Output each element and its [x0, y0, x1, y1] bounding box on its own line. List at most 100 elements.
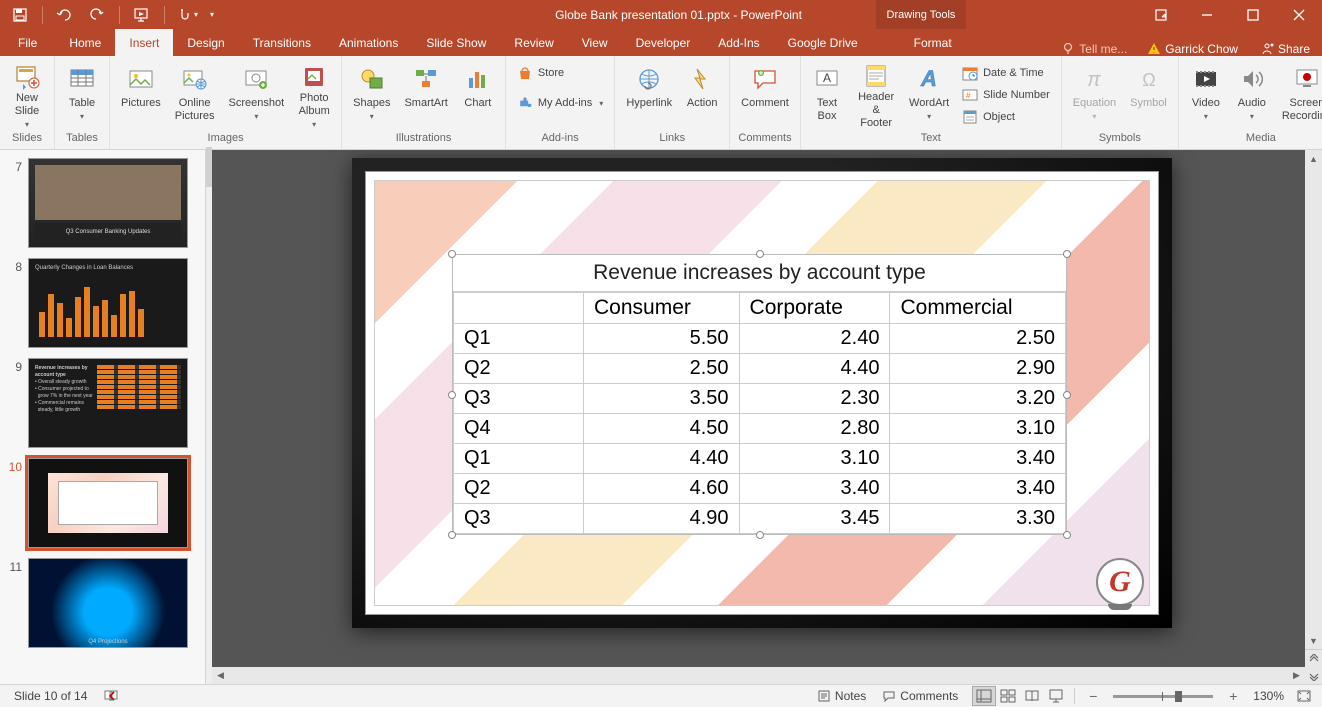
table-row[interactable]: Q24.603.403.40: [454, 474, 1066, 504]
maximize-button[interactable]: [1230, 0, 1276, 29]
thumbnail-preview[interactable]: Revenue increases by account type• Overa…: [28, 358, 188, 448]
tab-design[interactable]: Design: [173, 29, 238, 56]
table-cell[interactable]: 4.60: [584, 474, 740, 504]
account-button[interactable]: Garrick Chow: [1137, 42, 1248, 56]
table-row[interactable]: Q44.502.803.10: [454, 414, 1066, 444]
save-button[interactable]: [6, 3, 34, 27]
resize-handle[interactable]: [756, 250, 764, 258]
resize-handle[interactable]: [1063, 250, 1071, 258]
action-button[interactable]: Action: [681, 60, 723, 132]
table-cell[interactable]: 4.40: [739, 354, 890, 384]
table-row[interactable]: Q34.903.453.30: [454, 504, 1066, 534]
comments-button[interactable]: Comments: [874, 685, 966, 707]
shapes-button[interactable]: Shapes ▾: [348, 60, 395, 132]
tab-google-drive[interactable]: Google Drive: [774, 29, 872, 56]
slide-thumbnails-pane[interactable]: 7 Q3 Consumer Banking Updates 8 Quarterl…: [0, 150, 206, 684]
thumbnail-preview[interactable]: Q4 Projections: [28, 558, 188, 648]
slide-editor[interactable]: G Revenue increases by account type: [212, 150, 1322, 684]
ribbon-display-options-button[interactable]: [1138, 0, 1184, 29]
redo-button[interactable]: [83, 3, 111, 27]
tab-animations[interactable]: Animations: [325, 29, 412, 56]
tab-add-ins[interactable]: Add-Ins: [704, 29, 773, 56]
thumbnail-preview[interactable]: Q3 Consumer Banking Updates: [28, 158, 188, 248]
table-row[interactable]: Q22.504.402.90: [454, 354, 1066, 384]
table-cell[interactable]: 2.50: [584, 354, 740, 384]
row-label[interactable]: Q1: [454, 444, 584, 474]
resize-handle[interactable]: [1063, 531, 1071, 539]
touch-mouse-mode-button[interactable]: ▾: [173, 3, 201, 27]
photo-album-button[interactable]: Photo Album ▾: [293, 60, 335, 132]
chart-button[interactable]: Chart: [457, 60, 499, 132]
reading-view-button[interactable]: [1020, 686, 1044, 706]
table-cell[interactable]: 4.40: [584, 444, 740, 474]
zoom-out-button[interactable]: −: [1081, 686, 1105, 706]
table-cell[interactable]: 3.40: [890, 474, 1066, 504]
slide-counter[interactable]: Slide 10 of 14: [6, 685, 95, 707]
smartart-button[interactable]: SmartArt: [399, 60, 452, 132]
table-row[interactable]: Q14.403.103.40: [454, 444, 1066, 474]
tab-review[interactable]: Review: [500, 29, 567, 56]
spell-check-status[interactable]: [95, 685, 127, 707]
share-button[interactable]: Share: [1248, 42, 1322, 56]
table-cell[interactable]: 2.50: [890, 324, 1066, 354]
tab-format[interactable]: Format: [900, 29, 966, 56]
thumbnail[interactable]: 8 Quarterly Changes in Loan Balances: [0, 258, 201, 348]
table-row[interactable]: Q15.502.402.50: [454, 324, 1066, 354]
tab-slide-show[interactable]: Slide Show: [412, 29, 500, 56]
table-cell[interactable]: 3.10: [890, 414, 1066, 444]
video-button[interactable]: Video ▾: [1185, 60, 1227, 132]
thumbnail[interactable]: 9 Revenue increases by account type• Ove…: [0, 358, 201, 448]
text-box-button[interactable]: A Text Box: [807, 60, 847, 132]
table-cell[interactable]: 2.80: [739, 414, 890, 444]
table-cell[interactable]: 3.40: [739, 474, 890, 504]
resize-handle[interactable]: [448, 391, 456, 399]
close-button[interactable]: [1276, 0, 1322, 29]
thumbnail[interactable]: 7 Q3 Consumer Banking Updates: [0, 158, 201, 248]
slide-number-button[interactable]: # Slide Number: [957, 84, 1055, 106]
audio-button[interactable]: Audio ▾: [1231, 60, 1273, 132]
tab-file[interactable]: File: [0, 29, 55, 56]
horizontal-scrollbar[interactable]: ◀ ▶: [212, 667, 1305, 684]
header-footer-button[interactable]: Header & Footer: [851, 60, 901, 132]
scroll-right-button[interactable]: ▶: [1288, 667, 1305, 684]
date-time-button[interactable]: Date & Time: [957, 62, 1055, 84]
zoom-slider-thumb[interactable]: [1175, 691, 1182, 702]
tab-transitions[interactable]: Transitions: [239, 29, 325, 56]
comment-button[interactable]: Comment: [736, 60, 794, 132]
table-cell[interactable]: 5.50: [584, 324, 740, 354]
row-label[interactable]: Q4: [454, 414, 584, 444]
customize-qat-button[interactable]: ▾: [205, 3, 219, 27]
thumbnail-preview[interactable]: [28, 458, 188, 548]
tab-insert[interactable]: Insert: [115, 29, 173, 56]
thumbnail[interactable]: 11 Q4 Projections: [0, 558, 201, 648]
resize-handle[interactable]: [448, 250, 456, 258]
tell-me-search[interactable]: Tell me...: [1051, 42, 1137, 56]
scroll-down-button[interactable]: ▼: [1305, 632, 1322, 649]
my-addins-button[interactable]: My Add-ins ▾: [512, 92, 608, 114]
table-cell[interactable]: 3.40: [890, 444, 1066, 474]
resize-handle[interactable]: [756, 531, 764, 539]
data-table[interactable]: Consumer Corporate Commercial Q15.502.40…: [453, 292, 1066, 534]
zoom-level[interactable]: 130%: [1245, 685, 1292, 707]
minimize-button[interactable]: [1184, 0, 1230, 29]
table-cell[interactable]: 4.50: [584, 414, 740, 444]
new-slide-button[interactable]: New Slide ▾: [6, 60, 48, 132]
tab-developer[interactable]: Developer: [622, 29, 705, 56]
table-object[interactable]: Revenue increases by account type Consum…: [452, 254, 1067, 535]
table-button[interactable]: Table ▾: [61, 60, 103, 132]
wordart-button[interactable]: A WordArt ▾: [905, 60, 953, 132]
slide-sorter-view-button[interactable]: [996, 686, 1020, 706]
thumbnail[interactable]: 10: [0, 458, 201, 548]
table-cell[interactable]: 4.90: [584, 504, 740, 534]
hyperlink-button[interactable]: Hyperlink: [621, 60, 677, 132]
zoom-in-button[interactable]: +: [1221, 686, 1245, 706]
online-pictures-button[interactable]: Online Pictures: [170, 60, 220, 132]
vertical-scrollbar[interactable]: ▲ ▼: [1305, 150, 1322, 684]
resize-handle[interactable]: [1063, 391, 1071, 399]
tab-home[interactable]: Home: [55, 29, 115, 56]
row-label[interactable]: Q3: [454, 384, 584, 414]
undo-button[interactable]: [51, 3, 79, 27]
screenshot-button[interactable]: Screenshot ▾: [224, 60, 290, 132]
screen-recording-button[interactable]: Screen Recording: [1277, 60, 1322, 132]
table-cell[interactable]: 3.20: [890, 384, 1066, 414]
